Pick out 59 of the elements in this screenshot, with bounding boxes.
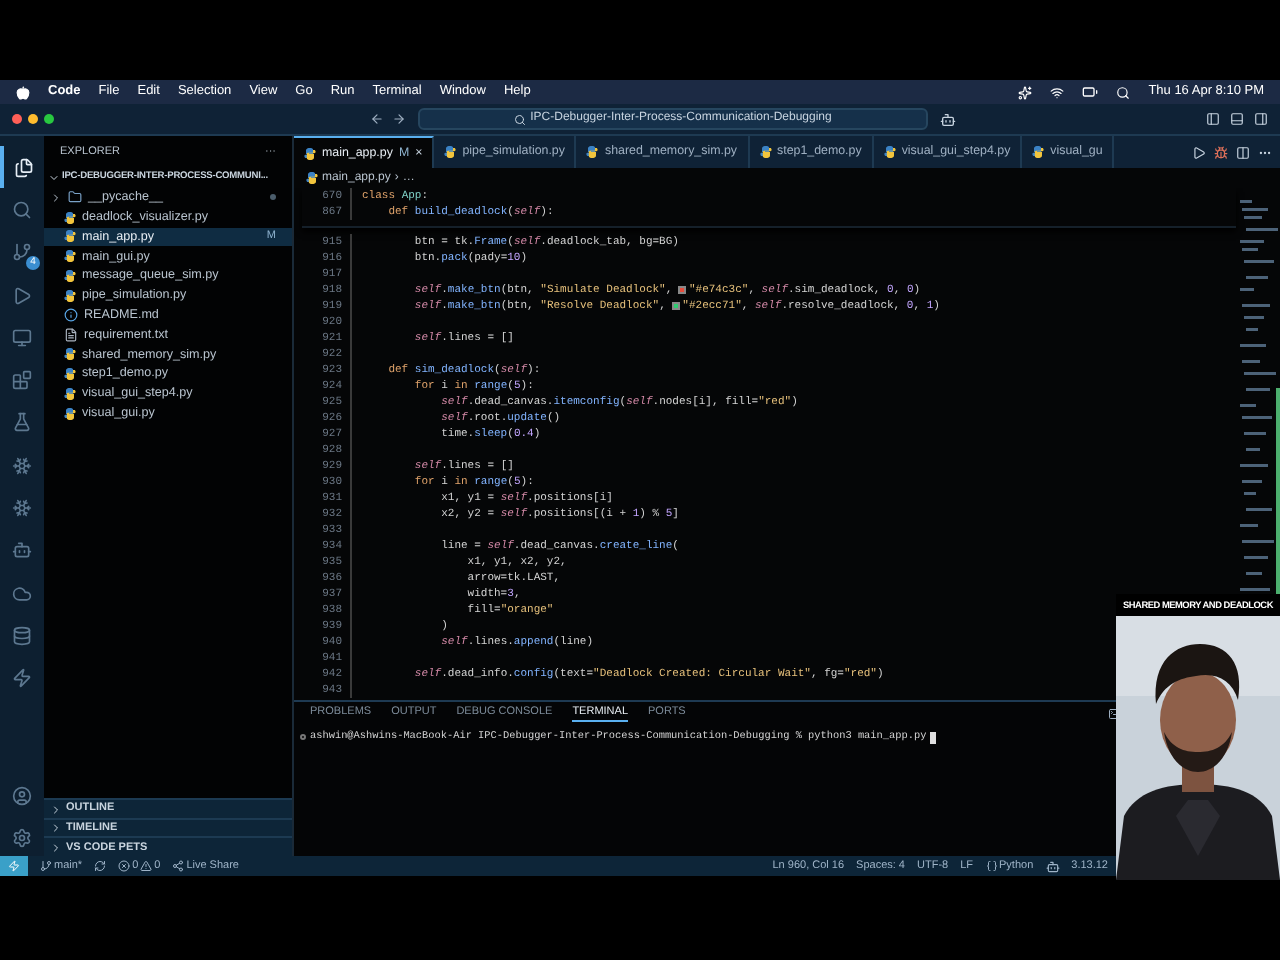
forward-icon[interactable] (392, 112, 406, 126)
settings-icon[interactable] (12, 828, 32, 848)
branch-icon (40, 860, 52, 872)
python-file-icon (64, 230, 76, 243)
braces-icon (985, 860, 998, 872)
python-file-icon (64, 387, 76, 400)
error-icon (118, 860, 131, 872)
zap-icon (8, 860, 20, 872)
zap-icon (12, 668, 32, 689)
close-window-button[interactable] (12, 114, 22, 124)
python-file-icon (306, 172, 318, 184)
terminal-cursor (930, 731, 937, 744)
minimize-window-button[interactable] (28, 114, 38, 124)
battery-icon[interactable] (1082, 84, 1099, 100)
share-icon (172, 860, 185, 872)
blocks-icon (12, 370, 32, 391)
toggle-sidebar-icon[interactable] (1206, 112, 1220, 126)
toggle-secondary-sidebar-icon[interactable] (1254, 112, 1268, 126)
back-icon[interactable] (370, 112, 384, 126)
branch-icon (12, 242, 32, 263)
snowflake-icon (12, 498, 32, 519)
monitor-icon (12, 327, 32, 348)
file-icon (64, 327, 78, 342)
run-icon[interactable] (1192, 145, 1206, 159)
python-file-icon (883, 146, 896, 158)
flask-icon (12, 412, 32, 433)
info-icon (64, 308, 78, 323)
sparkle-icon[interactable] (1018, 85, 1033, 99)
warning-icon (140, 860, 153, 872)
search-icon[interactable] (1116, 85, 1131, 99)
python-file-icon (444, 146, 457, 158)
python-file-icon (64, 368, 76, 381)
python-file-icon (64, 270, 76, 283)
bug-icon[interactable] (1214, 145, 1228, 159)
search-icon (12, 199, 32, 220)
python-file-icon (304, 147, 316, 159)
account-icon[interactable] (12, 786, 32, 806)
apple-icon[interactable] (16, 85, 30, 99)
sync-icon[interactable] (94, 860, 107, 872)
snowflake-icon (12, 455, 32, 476)
python-file-icon (1032, 146, 1045, 158)
zoom-window-button[interactable] (44, 114, 54, 124)
folder-icon (68, 190, 82, 205)
toggle-panel-icon[interactable] (1230, 112, 1244, 126)
database-icon (12, 625, 32, 646)
python-file-icon (64, 250, 76, 263)
wifi-icon[interactable] (1050, 85, 1065, 99)
python-file-icon (586, 146, 599, 158)
cloud-icon (12, 583, 32, 604)
python-file-icon (64, 211, 76, 224)
split-editor-icon[interactable] (1236, 145, 1250, 159)
files-icon (14, 157, 34, 178)
python-file-icon (64, 348, 76, 361)
python-file-icon (64, 289, 76, 302)
bot-icon (12, 540, 32, 561)
search-icon (514, 113, 527, 125)
play-icon (12, 285, 32, 306)
python-file-icon (64, 407, 76, 420)
python-file-icon (759, 146, 771, 158)
